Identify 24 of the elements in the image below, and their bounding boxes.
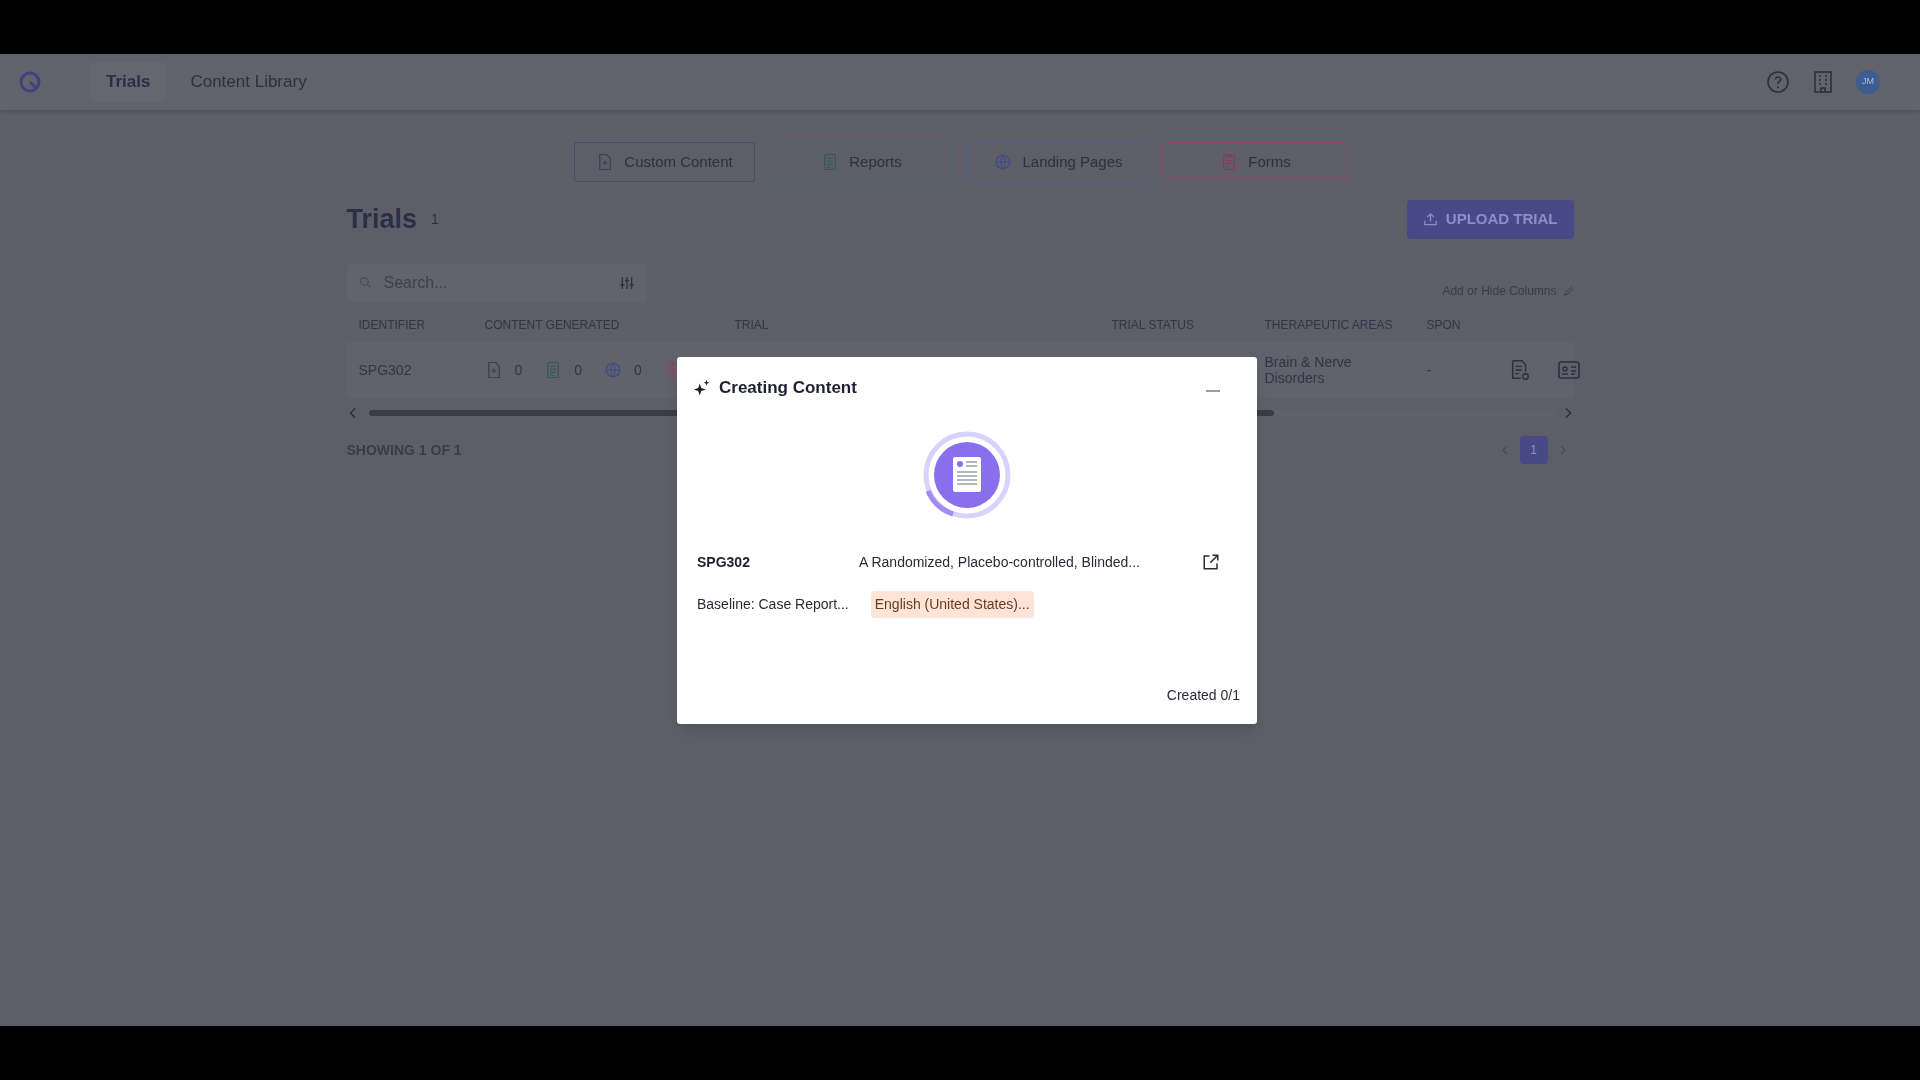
pencil-icon[interactable] <box>1562 285 1574 297</box>
globe-icon <box>994 153 1013 171</box>
search-icon <box>358 276 372 289</box>
help-icon[interactable] <box>1766 70 1790 94</box>
progress-text: Created 0/1 <box>1166 686 1240 705</box>
trial-name: A Randomized, Placebo-controlled, Blinded... <box>859 552 1140 572</box>
table-cell-text: - <box>1426 360 1433 380</box>
filter-icon[interactable] <box>618 275 635 291</box>
building-icon[interactable] <box>1812 70 1834 94</box>
minimize-button[interactable] <box>1206 389 1220 392</box>
upload-trial-button[interactable]: UPLOAD TRIAL <box>1406 199 1574 239</box>
nav-tab[interactable]: Trials <box>90 62 167 102</box>
sparkle-icon <box>693 378 711 397</box>
logo-icon[interactable] <box>18 70 42 94</box>
trial-identifier: SPG302 <box>697 552 751 572</box>
page-button[interactable]: 1 <box>1519 436 1548 464</box>
upload-icon <box>1422 211 1438 227</box>
dialog-title: Creating Content <box>719 377 857 399</box>
content-item-name: Baseline: Case Report... <box>697 594 849 614</box>
id-card-icon[interactable] <box>1556 359 1581 381</box>
language-tag: English (United States)... <box>870 590 1034 618</box>
external-link-icon[interactable] <box>1202 553 1220 571</box>
user-avatar[interactable]: JM <box>1856 70 1880 94</box>
globe-icon <box>604 361 623 379</box>
